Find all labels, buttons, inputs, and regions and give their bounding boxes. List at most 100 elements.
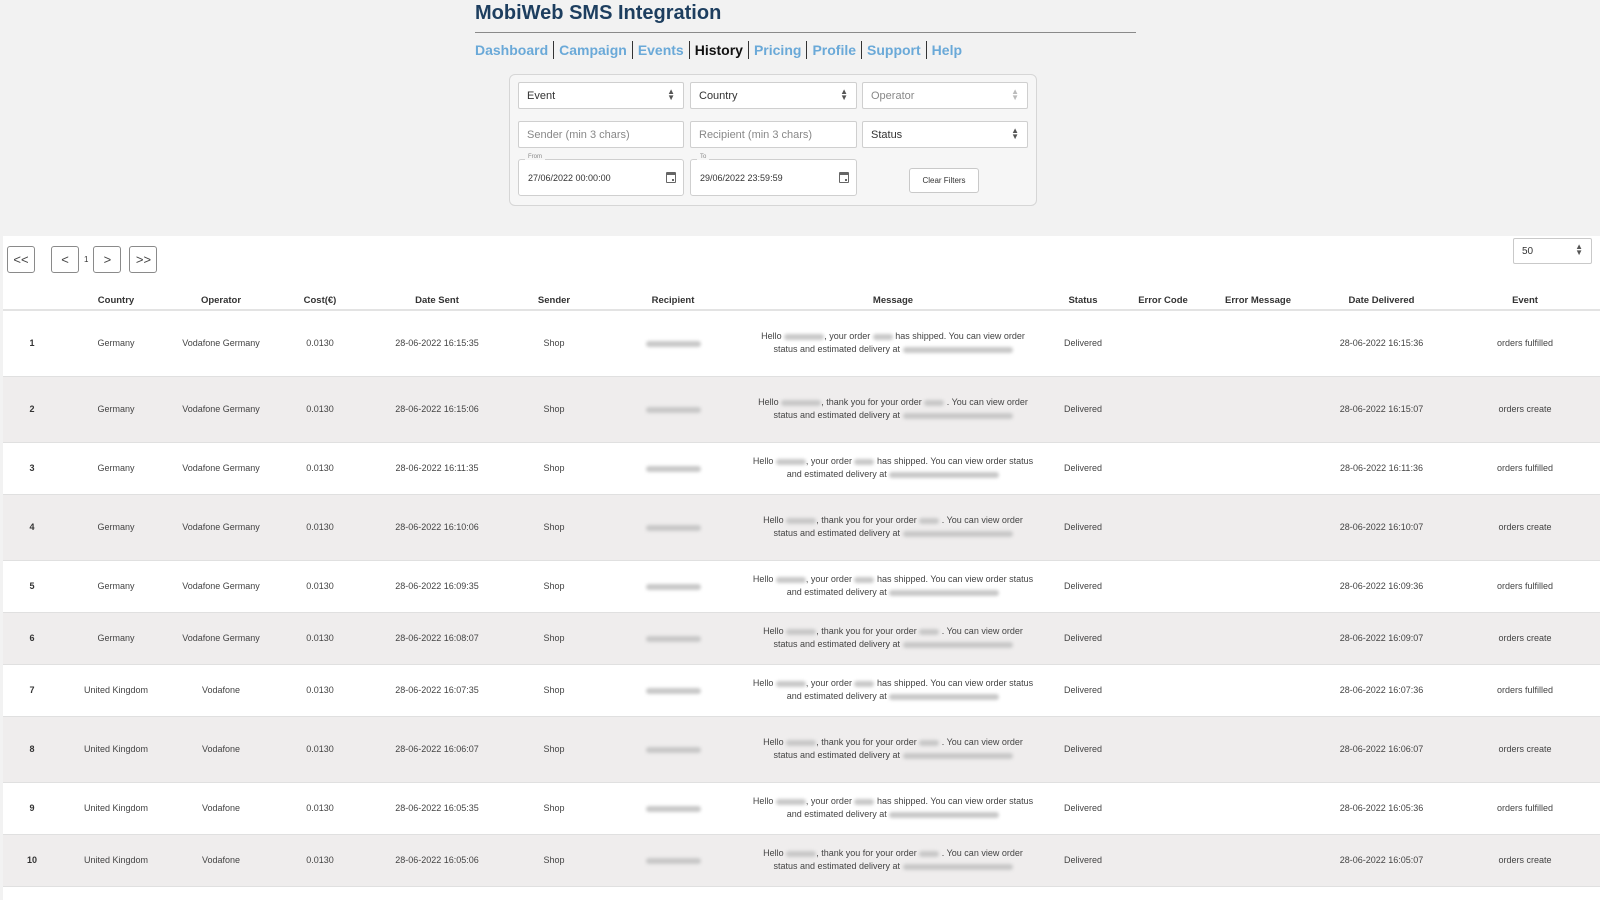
table-row[interactable]: 6 Germany Vodafone Germany 0.0130 28-06-2022… [3, 612, 1600, 665]
clear-filters-button[interactable]: Clear Filters [909, 168, 979, 193]
operator-select[interactable]: Operator ▲ ▼ [862, 82, 1028, 109]
cell-date-sent: 28-06-2022 16:08:07 [369, 612, 505, 665]
from-date-input[interactable]: From 27/06/2022 00:00:00 [518, 154, 684, 196]
to-date-input[interactable]: To 29/06/2022 23:59:59 [690, 154, 857, 196]
message-text: , your order [824, 331, 871, 342]
redacted-name [775, 458, 806, 465]
cell-date-sent: 28-06-2022 16:11:35 [369, 442, 505, 495]
row-index: 1 [3, 310, 61, 377]
redacted-shop-url [902, 641, 1013, 648]
last-page-button[interactable]: >> [129, 246, 158, 273]
table-row[interactable]: 2 Germany Vodafone Germany 0.0130 28-06-2022… [3, 376, 1600, 443]
row-index: 8 [3, 716, 61, 783]
cell-event: orders create [1450, 834, 1600, 887]
cell-sender: Shop [505, 376, 603, 443]
nav-profile[interactable]: Profile [807, 41, 863, 59]
column-header-message: Message [743, 290, 1043, 311]
table-row[interactable]: 5 Germany Vodafone Germany 0.0130 28-06-2022… [3, 560, 1600, 613]
cell-error-code [1123, 782, 1203, 835]
redacted-recipient [645, 583, 701, 590]
app-title: MobiWeb SMS Integration [475, 2, 722, 24]
cell-date-sent: 28-06-2022 16:10:06 [369, 494, 505, 561]
redacted-order-number [872, 333, 893, 340]
cell-message: Hello , thank you for your order . You c… [743, 612, 1043, 665]
cell-status: Delivered [1043, 310, 1123, 377]
cell-event: orders create [1450, 612, 1600, 665]
redacted-shop-url [902, 346, 1013, 353]
cell-date-sent: 28-06-2022 16:09:35 [369, 560, 505, 613]
column-header-recipient: Recipient [603, 290, 743, 311]
cell-country: Germany [61, 612, 171, 665]
cell-date-delivered: 28-06-2022 16:09:36 [1313, 560, 1450, 613]
cell-date-sent: 28-06-2022 16:07:35 [369, 664, 505, 717]
cell-message: Hello , thank you for your order . You c… [743, 376, 1043, 443]
cell-event: orders create [1450, 716, 1600, 783]
cell-error-code [1123, 612, 1203, 665]
column-header-date-delivered: Date Delivered [1313, 290, 1450, 311]
nav-history[interactable]: History [690, 41, 749, 59]
table-row[interactable]: 7 United Kingdom Vodafone 0.0130 28-06-2022 … [3, 664, 1600, 717]
page-header: MobiWeb SMS Integration Dashboard Campai… [475, 0, 1136, 59]
country-select[interactable]: Country ▲ ▼ [690, 82, 857, 109]
cell-error-message [1203, 612, 1313, 665]
redacted-name [786, 628, 817, 635]
cell-recipient [603, 782, 743, 835]
redacted-order-number [919, 628, 940, 635]
table-row[interactable]: 1 Germany Vodafone Germany 0.0130 28-06-2022… [3, 310, 1600, 377]
nav-support[interactable]: Support [862, 41, 927, 59]
cell-error-message [1203, 664, 1313, 717]
nav-help[interactable]: Help [927, 41, 967, 59]
cell-error-code [1123, 494, 1203, 561]
cell-status: Delivered [1043, 716, 1123, 783]
redacted-name [781, 399, 822, 406]
cell-error-code [1123, 664, 1203, 717]
nav-dashboard[interactable]: Dashboard [475, 41, 555, 59]
cell-recipient [603, 664, 743, 717]
redacted-shop-url [902, 863, 1013, 870]
column-header-country: Country [61, 290, 171, 311]
table-row[interactable]: 4 Germany Vodafone Germany 0.0130 28-06-2022… [3, 494, 1600, 561]
sender-input[interactable]: Sender (min 3 chars) [518, 121, 684, 148]
calendar-icon[interactable] [666, 172, 676, 183]
table-row[interactable]: 3 Germany Vodafone Germany 0.0130 28-06-2022… [3, 442, 1600, 495]
nav-pricing[interactable]: Pricing [749, 41, 808, 59]
table-header-row: Country Operator Cost(€) Date Sent Sender Rec… [3, 290, 1600, 311]
first-page-button[interactable]: << [7, 246, 35, 273]
cell-date-sent: 28-06-2022 16:06:07 [369, 716, 505, 783]
redacted-order-number [854, 458, 875, 465]
table-row[interactable]: 10 United Kingdom Vodafone 0.0130 28-06-2022… [3, 834, 1600, 887]
status-select[interactable]: Status ▲ ▼ [862, 121, 1028, 148]
column-header-sender: Sender [505, 290, 603, 311]
redacted-shop-url [889, 471, 1000, 478]
cell-recipient [603, 376, 743, 443]
recipient-placeholder: Recipient (min 3 chars) [699, 128, 813, 141]
column-header-date-sent: Date Sent [369, 290, 505, 311]
nav-events[interactable]: Events [633, 41, 690, 59]
select-arrows-icon: ▲ ▼ [667, 87, 675, 102]
cell-country: Germany [61, 376, 171, 443]
table-row[interactable]: 9 United Kingdom Vodafone 0.0130 28-06-2022 … [3, 782, 1600, 835]
cell-event: orders fulfilled [1450, 782, 1600, 835]
cell-recipient [603, 310, 743, 377]
next-page-button[interactable]: > [93, 246, 122, 273]
per-page-select[interactable]: 50 ▲ ▼ [1513, 238, 1592, 264]
nav-campaign[interactable]: Campaign [554, 41, 633, 59]
recipient-input[interactable]: Recipient (min 3 chars) [690, 121, 857, 148]
cell-status: Delivered [1043, 442, 1123, 495]
redacted-name [786, 850, 817, 857]
redacted-recipient [645, 805, 701, 812]
cell-country: United Kingdom [61, 716, 171, 783]
to-date-value: 29/06/2022 23:59:59 [700, 172, 783, 183]
calendar-icon[interactable] [839, 172, 849, 183]
table-row[interactable]: 8 United Kingdom Vodafone 0.0130 28-06-2022 … [3, 716, 1600, 783]
event-select[interactable]: Event ▲ ▼ [518, 82, 684, 109]
filter-panel: Event ▲ ▼ Country ▲ ▼ Operator ▲ ▼ Sender (… [509, 74, 1037, 206]
from-label: From [525, 154, 545, 160]
cell-status: Delivered [1043, 376, 1123, 443]
cell-sender: Shop [505, 494, 603, 561]
redacted-name [775, 576, 806, 583]
prev-page-button[interactable]: < [51, 246, 79, 273]
message-text: , thank you for your order [816, 515, 917, 525]
cell-date-delivered: 28-06-2022 16:11:36 [1313, 442, 1450, 495]
cell-country: Germany [61, 494, 171, 561]
